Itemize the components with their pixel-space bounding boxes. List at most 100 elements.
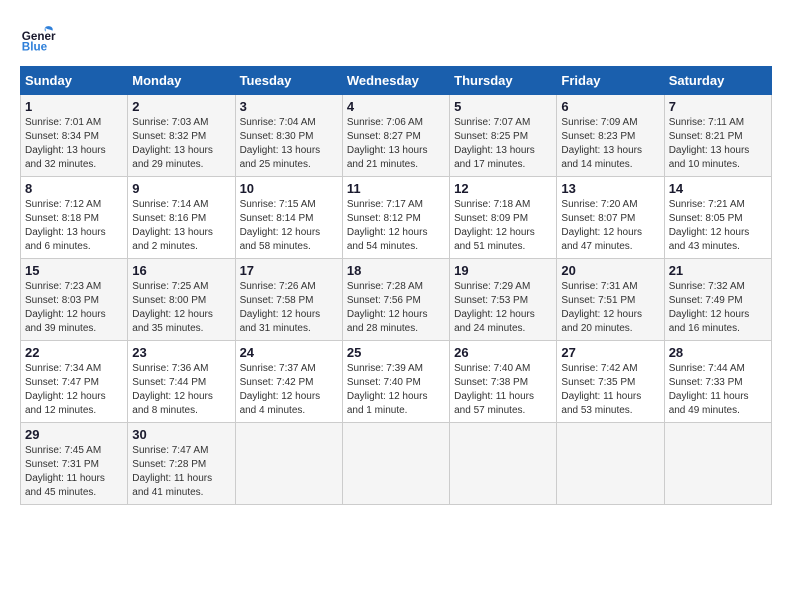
calendar-body: 1Sunrise: 7:01 AM Sunset: 8:34 PM Daylig… <box>21 95 772 505</box>
day-number: 17 <box>240 263 338 278</box>
day-info: Sunrise: 7:11 AM Sunset: 8:21 PM Dayligh… <box>669 116 767 172</box>
calendar-week-3: 15 Sunrise: 7:23 AM Sunset: 8:03 PM Dayli… <box>21 259 772 341</box>
day-info: Sunrise: 7:14 AM Sunset: 8:16 PM Dayligh… <box>132 198 230 254</box>
day-info: Sunrise: 7:42 AM Sunset: 7:35 PM Dayligh… <box>561 362 659 418</box>
day-info: Sunrise: 7:03 AM Sunset: 8:32 PM Dayligh… <box>132 116 230 172</box>
calendar-cell: 13 Sunrise: 7:20 AM Sunset: 8:07 PM Dayli… <box>557 177 664 259</box>
calendar-cell: 4 Sunrise: 7:06 AM Sunset: 8:27 PM Daylig… <box>342 95 449 177</box>
day-number: 13 <box>561 181 659 196</box>
day-number: 9 <box>132 181 230 196</box>
calendar-cell: 27 Sunrise: 7:42 AM Sunset: 7:35 PM Dayli… <box>557 341 664 423</box>
calendar-cell: 5Sunrise: 7:07 AM Sunset: 8:25 PM Daylig… <box>450 95 557 177</box>
calendar-cell <box>235 423 342 505</box>
day-info: Sunrise: 7:45 AM Sunset: 7:31 PM Dayligh… <box>25 444 123 500</box>
day-info: Sunrise: 7:01 AM Sunset: 8:34 PM Dayligh… <box>25 116 123 172</box>
day-info: Sunrise: 7:31 AM Sunset: 7:51 PM Dayligh… <box>561 280 659 336</box>
calendar-week-1: 1Sunrise: 7:01 AM Sunset: 8:34 PM Daylig… <box>21 95 772 177</box>
calendar-cell <box>664 423 771 505</box>
day-number: 4 <box>347 99 445 114</box>
day-info: Sunrise: 7:29 AM Sunset: 7:53 PM Dayligh… <box>454 280 552 336</box>
weekday-friday: Friday <box>557 67 664 95</box>
day-info: Sunrise: 7:36 AM Sunset: 7:44 PM Dayligh… <box>132 362 230 418</box>
weekday-sunday: Sunday <box>21 67 128 95</box>
day-info: Sunrise: 7:28 AM Sunset: 7:56 PM Dayligh… <box>347 280 445 336</box>
day-number: 6 <box>561 99 659 114</box>
day-number: 23 <box>132 345 230 360</box>
day-number: 14 <box>669 181 767 196</box>
day-info: Sunrise: 7:21 AM Sunset: 8:05 PM Dayligh… <box>669 198 767 254</box>
day-number: 24 <box>240 345 338 360</box>
calendar-week-4: 22Sunrise: 7:34 AM Sunset: 7:47 PM Dayli… <box>21 341 772 423</box>
calendar-week-5: 29 Sunrise: 7:45 AM Sunset: 7:31 PM Dayli… <box>21 423 772 505</box>
weekday-monday: Monday <box>128 67 235 95</box>
day-number: 20 <box>561 263 659 278</box>
day-info: Sunrise: 7:26 AM Sunset: 7:58 PM Dayligh… <box>240 280 338 336</box>
calendar-cell: 20 Sunrise: 7:31 AM Sunset: 7:51 PM Dayli… <box>557 259 664 341</box>
page-header: General Blue <box>20 20 772 56</box>
calendar-cell <box>342 423 449 505</box>
day-number: 16 <box>132 263 230 278</box>
day-info: Sunrise: 7:06 AM Sunset: 8:27 PM Dayligh… <box>347 116 445 172</box>
day-number: 30 <box>132 427 230 442</box>
calendar-cell: 3Sunrise: 7:04 AM Sunset: 8:30 PM Daylig… <box>235 95 342 177</box>
day-number: 29 <box>25 427 123 442</box>
day-number: 10 <box>240 181 338 196</box>
day-info: Sunrise: 7:32 AM Sunset: 7:49 PM Dayligh… <box>669 280 767 336</box>
day-info: Sunrise: 7:23 AM Sunset: 8:03 PM Dayligh… <box>25 280 123 336</box>
day-number: 28 <box>669 345 767 360</box>
day-number: 15 <box>25 263 123 278</box>
day-info: Sunrise: 7:18 AM Sunset: 8:09 PM Dayligh… <box>454 198 552 254</box>
day-number: 25 <box>347 345 445 360</box>
day-info: Sunrise: 7:04 AM Sunset: 8:30 PM Dayligh… <box>240 116 338 172</box>
day-number: 5 <box>454 99 552 114</box>
day-number: 2 <box>132 99 230 114</box>
day-info: Sunrise: 7:40 AM Sunset: 7:38 PM Dayligh… <box>454 362 552 418</box>
calendar-cell: 9 Sunrise: 7:14 AM Sunset: 8:16 PM Daylig… <box>128 177 235 259</box>
calendar-cell: 2 Sunrise: 7:03 AM Sunset: 8:32 PM Daylig… <box>128 95 235 177</box>
day-info: Sunrise: 7:20 AM Sunset: 8:07 PM Dayligh… <box>561 198 659 254</box>
day-info: Sunrise: 7:09 AM Sunset: 8:23 PM Dayligh… <box>561 116 659 172</box>
day-info: Sunrise: 7:25 AM Sunset: 8:00 PM Dayligh… <box>132 280 230 336</box>
day-number: 8 <box>25 181 123 196</box>
day-number: 18 <box>347 263 445 278</box>
calendar-cell: 23 Sunrise: 7:36 AM Sunset: 7:44 PM Dayli… <box>128 341 235 423</box>
day-number: 12 <box>454 181 552 196</box>
calendar-cell: 6 Sunrise: 7:09 AM Sunset: 8:23 PM Daylig… <box>557 95 664 177</box>
calendar-cell: 18 Sunrise: 7:28 AM Sunset: 7:56 PM Dayli… <box>342 259 449 341</box>
calendar-cell: 15 Sunrise: 7:23 AM Sunset: 8:03 PM Dayli… <box>21 259 128 341</box>
calendar-cell: 30 Sunrise: 7:47 AM Sunset: 7:28 PM Dayli… <box>128 423 235 505</box>
calendar-cell <box>557 423 664 505</box>
day-info: Sunrise: 7:12 AM Sunset: 8:18 PM Dayligh… <box>25 198 123 254</box>
calendar-cell: 25 Sunrise: 7:39 AM Sunset: 7:40 PM Dayli… <box>342 341 449 423</box>
calendar-cell: 19 Sunrise: 7:29 AM Sunset: 7:53 PM Dayli… <box>450 259 557 341</box>
day-number: 7 <box>669 99 767 114</box>
calendar-cell: 22Sunrise: 7:34 AM Sunset: 7:47 PM Dayli… <box>21 341 128 423</box>
calendar: SundayMondayTuesdayWednesdayThursdayFrid… <box>20 66 772 505</box>
weekday-wednesday: Wednesday <box>342 67 449 95</box>
logo: General Blue <box>20 20 56 56</box>
calendar-cell: 1Sunrise: 7:01 AM Sunset: 8:34 PM Daylig… <box>21 95 128 177</box>
calendar-cell: 17 Sunrise: 7:26 AM Sunset: 7:58 PM Dayli… <box>235 259 342 341</box>
calendar-cell: 11Sunrise: 7:17 AM Sunset: 8:12 PM Dayli… <box>342 177 449 259</box>
calendar-cell: 26 Sunrise: 7:40 AM Sunset: 7:38 PM Dayli… <box>450 341 557 423</box>
calendar-cell: 14 Sunrise: 7:21 AM Sunset: 8:05 PM Dayli… <box>664 177 771 259</box>
day-number: 21 <box>669 263 767 278</box>
calendar-cell: 28Sunrise: 7:44 AM Sunset: 7:33 PM Dayli… <box>664 341 771 423</box>
day-info: Sunrise: 7:34 AM Sunset: 7:47 PM Dayligh… <box>25 362 123 418</box>
calendar-cell: 29 Sunrise: 7:45 AM Sunset: 7:31 PM Dayli… <box>21 423 128 505</box>
day-number: 19 <box>454 263 552 278</box>
calendar-week-2: 8 Sunrise: 7:12 AM Sunset: 8:18 PM Daylig… <box>21 177 772 259</box>
weekday-thursday: Thursday <box>450 67 557 95</box>
day-info: Sunrise: 7:17 AM Sunset: 8:12 PM Dayligh… <box>347 198 445 254</box>
calendar-cell: 7 Sunrise: 7:11 AM Sunset: 8:21 PM Daylig… <box>664 95 771 177</box>
calendar-cell: 24 Sunrise: 7:37 AM Sunset: 7:42 PM Dayli… <box>235 341 342 423</box>
day-info: Sunrise: 7:47 AM Sunset: 7:28 PM Dayligh… <box>132 444 230 500</box>
day-info: Sunrise: 7:39 AM Sunset: 7:40 PM Dayligh… <box>347 362 445 418</box>
calendar-cell <box>450 423 557 505</box>
day-number: 27 <box>561 345 659 360</box>
calendar-cell: 16 Sunrise: 7:25 AM Sunset: 8:00 PM Dayli… <box>128 259 235 341</box>
weekday-tuesday: Tuesday <box>235 67 342 95</box>
day-number: 26 <box>454 345 552 360</box>
day-info: Sunrise: 7:37 AM Sunset: 7:42 PM Dayligh… <box>240 362 338 418</box>
calendar-cell: 8 Sunrise: 7:12 AM Sunset: 8:18 PM Daylig… <box>21 177 128 259</box>
